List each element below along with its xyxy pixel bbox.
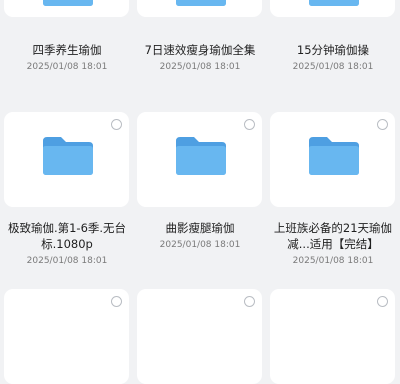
folder-caption[interactable]: 四季养生瑜伽 2025/01/08 18:01	[2, 42, 132, 73]
folder-date: 2025/01/08 18:01	[292, 62, 374, 72]
folder-tile[interactable]	[4, 0, 129, 17]
folder-tile[interactable]	[270, 112, 395, 207]
folder-icon	[43, 137, 93, 175]
folder-date: 2025/01/08 18:01	[26, 62, 108, 72]
folder-name: 上班族必备的21天瑜伽减...适用【完结】	[273, 221, 393, 251]
folder-tile[interactable]	[137, 0, 262, 17]
file-grid: 四季养生瑜伽 2025/01/08 18:01 7日速效瘦身瑜伽全集 2025/…	[0, 0, 400, 384]
select-radio[interactable]	[111, 119, 122, 130]
folder-tile[interactable]	[4, 112, 129, 207]
folder-caption[interactable]: 曲影瘦腿瑜伽 2025/01/08 18:01	[135, 220, 265, 251]
folder-tile[interactable]	[270, 0, 395, 17]
select-radio[interactable]	[244, 296, 255, 307]
folder-name: 曲影瘦腿瑜伽	[165, 221, 235, 235]
folder-tile[interactable]	[4, 289, 129, 384]
folder-icon	[309, 137, 359, 175]
folder-caption[interactable]: 7日速效瘦身瑜伽全集 2025/01/08 18:01	[135, 42, 265, 73]
folder-tile[interactable]	[137, 289, 262, 384]
folder-name: 15分钟瑜伽操	[296, 43, 370, 57]
folder-name: 极致瑜伽.第1-6季.无台标.1080p	[7, 221, 127, 251]
select-radio[interactable]	[111, 296, 122, 307]
folder-date: 2025/01/08 18:01	[159, 240, 241, 250]
folder-caption[interactable]: 上班族必备的21天瑜伽减...适用【完结】 2025/01/08 18:01	[268, 220, 398, 267]
folder-date: 2025/01/08 18:01	[292, 256, 374, 266]
select-radio[interactable]	[377, 119, 388, 130]
folder-icon	[176, 137, 226, 175]
folder-tile[interactable]	[270, 289, 395, 384]
folder-name: 四季养生瑜伽	[32, 43, 102, 57]
folder-icon	[309, 0, 359, 6]
folder-icon	[43, 0, 93, 6]
folder-tile[interactable]	[137, 112, 262, 207]
folder-icon	[176, 0, 226, 6]
folder-caption[interactable]: 极致瑜伽.第1-6季.无台标.1080p 2025/01/08 18:01	[2, 220, 132, 267]
folder-date: 2025/01/08 18:01	[159, 62, 241, 72]
folder-name: 7日速效瘦身瑜伽全集	[144, 43, 256, 57]
folder-caption[interactable]: 15分钟瑜伽操 2025/01/08 18:01	[268, 42, 398, 73]
folder-date: 2025/01/08 18:01	[26, 256, 108, 266]
select-radio[interactable]	[377, 296, 388, 307]
select-radio[interactable]	[244, 119, 255, 130]
